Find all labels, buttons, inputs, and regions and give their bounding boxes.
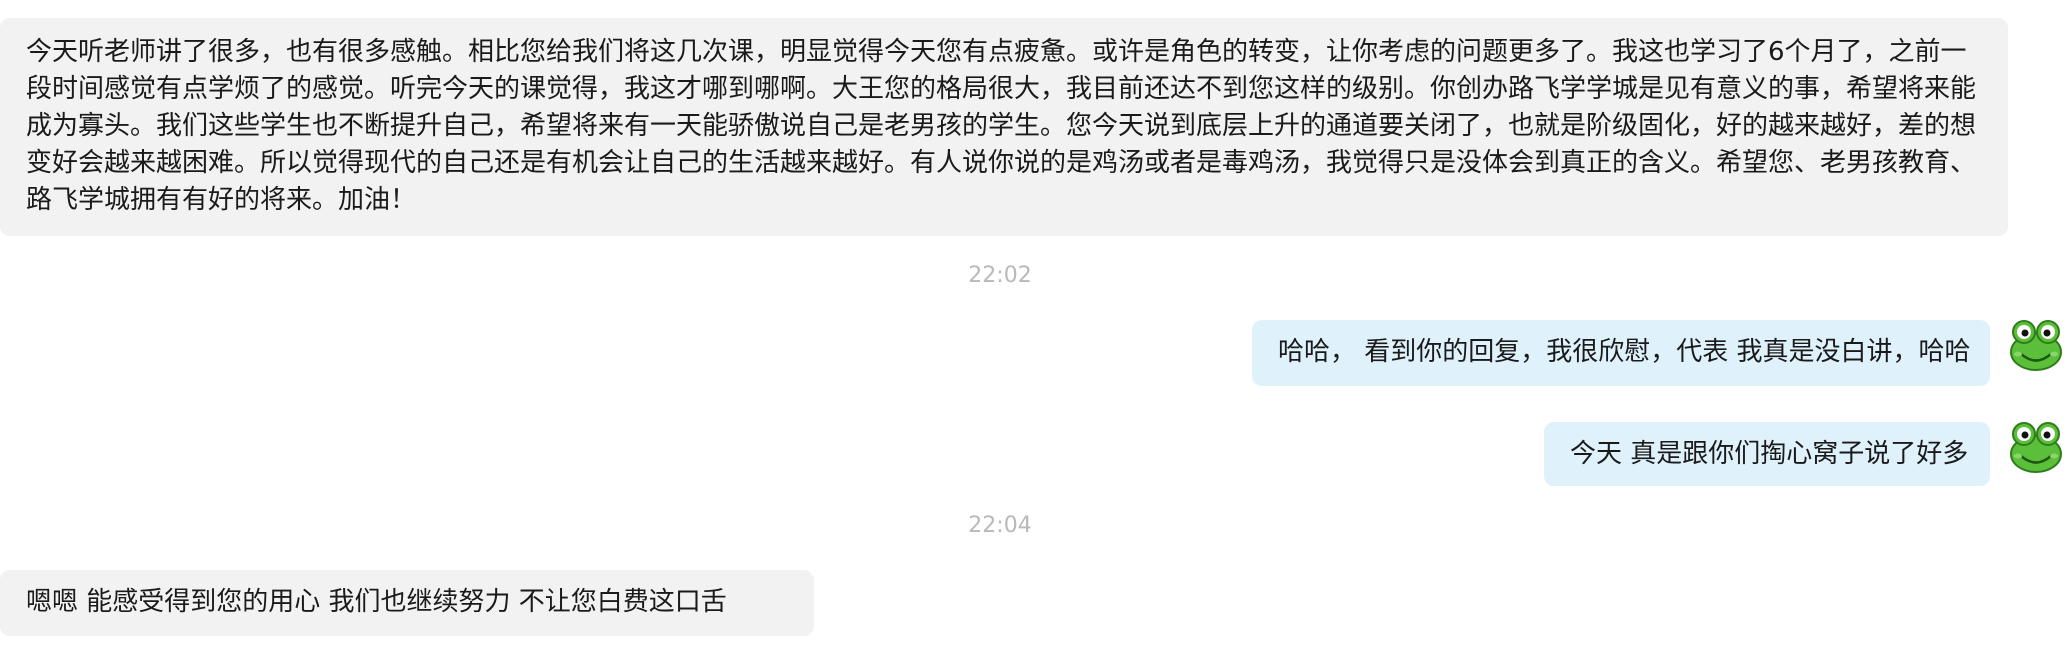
message-text: 今天听老师讲了很多，也有很多感触。相比您给我们将这几次课，明显觉得今天您有点疲惫… bbox=[26, 37, 1977, 215]
message-bubble-outgoing: 今天 真是跟你们掏心窝子说了好多 bbox=[1544, 422, 1990, 486]
timestamp: 22:04 bbox=[968, 513, 1032, 538]
message-text: 嗯嗯 能感受得到您的用心 我们也继续努力 不让您白费这口舌 bbox=[26, 587, 727, 617]
message-bubble-outgoing: 哈哈， 看到你的回复，我很欣慰，代表 我真是没白讲，哈哈 bbox=[1252, 320, 1990, 386]
frog-avatar-icon[interactable] bbox=[2008, 418, 2064, 474]
message-bubble-incoming: 嗯嗯 能感受得到您的用心 我们也继续努力 不让您白费这口舌 bbox=[0, 570, 814, 636]
message-text: 今天 真是跟你们掏心窝子说了好多 bbox=[1570, 439, 1969, 469]
message-bubble-incoming: 今天听老师讲了很多，也有很多感触。相比您给我们将这几次课，明显觉得今天您有点疲惫… bbox=[0, 18, 2008, 236]
timestamp: 22:02 bbox=[968, 263, 1032, 288]
message-text: 哈哈， 看到你的回复，我很欣慰，代表 我真是没白讲，哈哈 bbox=[1278, 337, 1971, 367]
frog-avatar-icon[interactable] bbox=[2008, 316, 2064, 372]
